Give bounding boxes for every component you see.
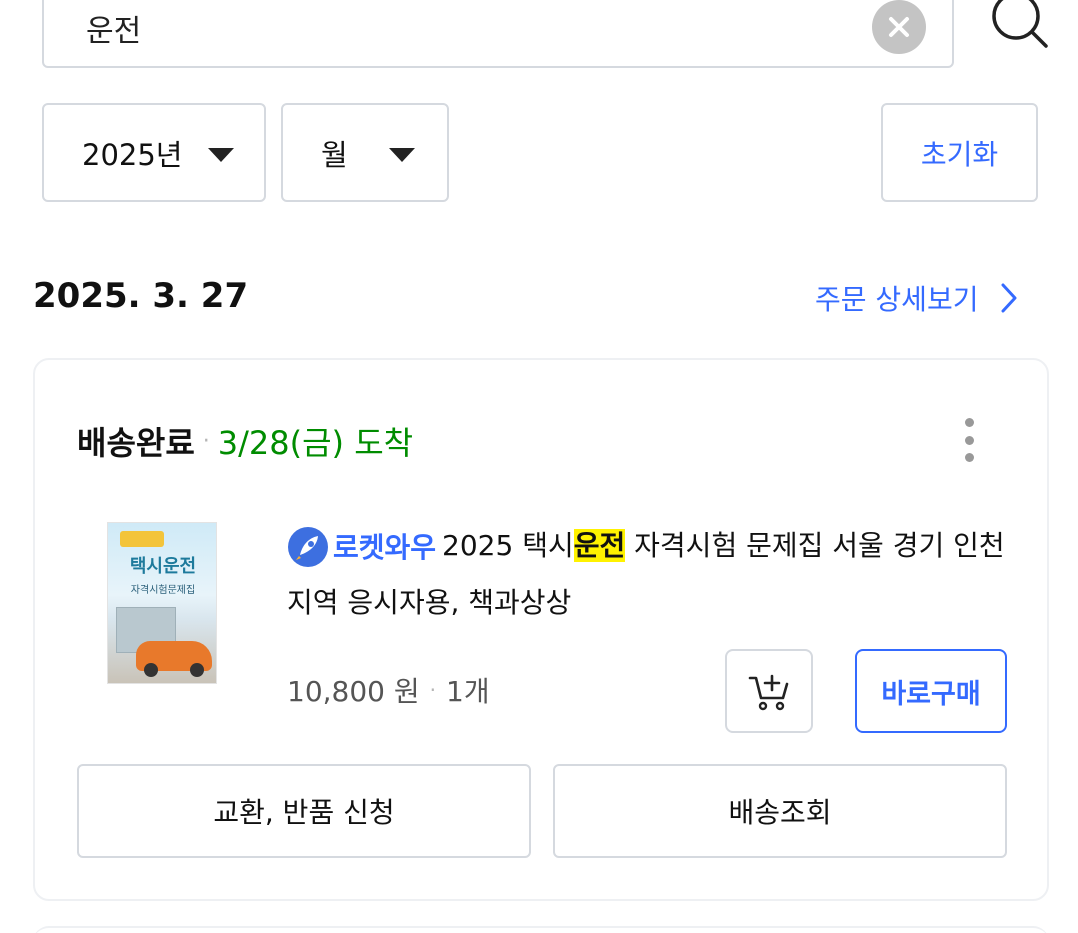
buy-now-button[interactable]: 바로구매 — [855, 649, 1007, 733]
price-info: 10,800 원 · 1개 — [287, 670, 490, 710]
track-delivery-button[interactable]: 배송조회 — [553, 764, 1007, 858]
rocket-wow-badge: 로켓와우 — [287, 520, 436, 575]
month-select[interactable]: 월 — [281, 103, 449, 202]
product-quantity: 1개 — [446, 675, 490, 708]
thumbnail-subtitle: 자격시험문제집 — [130, 585, 196, 596]
order-history-page: 운전 2025년 월 초기화 2025. 3. 27 주문 상세보기 배송완료 … — [0, 0, 1078, 933]
separator-dot: · — [202, 428, 210, 454]
product-name[interactable]: 로켓와우 2025 택시운전 자격시험 문제집 서울 경기 인천 지역 응시자용… — [287, 518, 1007, 630]
order-date: 2025. 3. 27 — [33, 276, 249, 316]
year-select-value: 2025년 — [82, 137, 183, 172]
search-button[interactable] — [984, 0, 1054, 56]
caret-down-icon — [389, 148, 415, 162]
delivery-status-label: 배송완료 — [77, 424, 195, 462]
clear-search-button[interactable] — [872, 0, 926, 54]
chevron-right-icon — [1001, 283, 1017, 313]
order-detail-link[interactable]: 주문 상세보기 — [815, 278, 1018, 318]
more-vertical-icon — [964, 418, 974, 427]
reset-button[interactable]: 초기화 — [881, 103, 1038, 202]
delivery-status: 배송완료 · 3/28(금) 도착 — [77, 418, 413, 464]
order-detail-link-label: 주문 상세보기 — [815, 283, 979, 316]
search-input-value: 운전 — [86, 14, 142, 49]
arrival-date: 3/28(금) 도착 — [217, 424, 414, 462]
rocket-icon — [288, 527, 328, 567]
month-select-value: 월 — [321, 137, 348, 172]
add-to-cart-button[interactable] — [725, 649, 813, 733]
clear-icon — [889, 17, 909, 37]
more-options-button[interactable] — [959, 418, 979, 462]
rocket-wow-label: 로켓와우 — [333, 530, 437, 564]
next-order-card — [33, 926, 1049, 933]
thumbnail-title: 택시운전 — [129, 556, 197, 577]
search-term-highlight: 운전 — [573, 529, 626, 562]
product-name-part: 2025 택시 — [442, 529, 574, 562]
separator-dot: · — [429, 678, 436, 702]
search-input[interactable]: 운전 — [42, 0, 954, 68]
order-card: 배송완료 · 3/28(금) 도착 택시운전 자격시험문제집 로켓와우 2025… — [33, 358, 1049, 901]
product-price: 10,800 원 — [287, 675, 420, 708]
product-thumbnail[interactable]: 택시운전 자격시험문제집 — [107, 522, 217, 684]
add-to-cart-icon — [748, 674, 789, 711]
exchange-return-button[interactable]: 교환, 반품 신청 — [77, 764, 531, 858]
year-select[interactable]: 2025년 — [42, 103, 266, 202]
search-icon — [992, 0, 1048, 48]
caret-down-icon — [208, 148, 234, 162]
